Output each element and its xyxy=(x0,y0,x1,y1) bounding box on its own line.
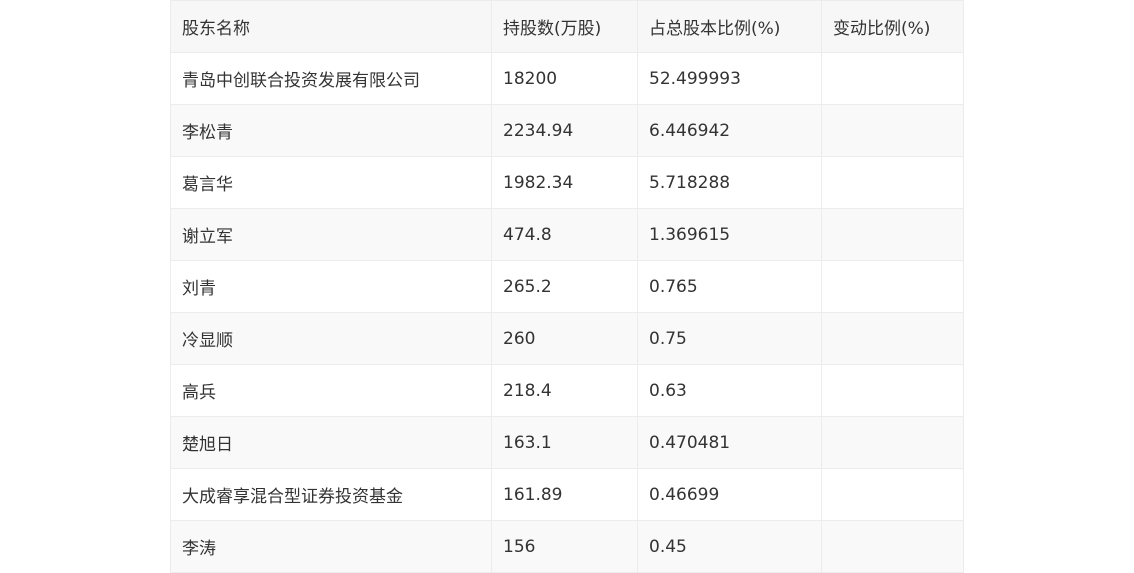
table-row: 葛言华 1982.34 5.718288 xyxy=(170,156,964,209)
cell-share-ratio: 6.446942 xyxy=(637,104,822,157)
cell-share-ratio: 0.45 xyxy=(637,520,822,573)
cell-change-ratio xyxy=(821,520,964,573)
cell-share-ratio: 52.499993 xyxy=(637,52,822,105)
cell-change-ratio xyxy=(821,156,964,209)
cell-share-ratio: 0.470481 xyxy=(637,416,822,469)
cell-shareholder-name: 葛言华 xyxy=(170,156,492,209)
table-row: 大成睿享混合型证券投资基金 161.89 0.46699 xyxy=(170,468,964,521)
cell-shares-held: 2234.94 xyxy=(491,104,638,157)
table-row: 楚旭日 163.1 0.470481 xyxy=(170,416,964,469)
cell-share-ratio: 0.63 xyxy=(637,364,822,417)
table-row: 冷显顺 260 0.75 xyxy=(170,312,964,365)
table-row: 李松青 2234.94 6.446942 xyxy=(170,104,964,157)
header-shares-held: 持股数(万股) xyxy=(491,0,638,53)
cell-share-ratio: 0.46699 xyxy=(637,468,822,521)
table-row: 刘青 265.2 0.765 xyxy=(170,260,964,313)
cell-shares-held: 265.2 xyxy=(491,260,638,313)
table-row: 谢立军 474.8 1.369615 xyxy=(170,208,964,261)
header-shareholder-name: 股东名称 xyxy=(170,0,492,53)
cell-shares-held: 163.1 xyxy=(491,416,638,469)
cell-shares-held: 156 xyxy=(491,520,638,573)
cell-shareholder-name: 楚旭日 xyxy=(170,416,492,469)
cell-shares-held: 260 xyxy=(491,312,638,365)
header-share-ratio: 占总股本比例(%) xyxy=(637,0,822,53)
cell-shareholder-name: 李松青 xyxy=(170,104,492,157)
cell-shareholder-name: 刘青 xyxy=(170,260,492,313)
cell-change-ratio xyxy=(821,312,964,365)
cell-shareholder-name: 青岛中创联合投资发展有限公司 xyxy=(170,52,492,105)
cell-shareholder-name: 冷显顺 xyxy=(170,312,492,365)
cell-change-ratio xyxy=(821,52,964,105)
cell-shares-held: 18200 xyxy=(491,52,638,105)
cell-shares-held: 161.89 xyxy=(491,468,638,521)
cell-change-ratio xyxy=(821,260,964,313)
cell-change-ratio xyxy=(821,104,964,157)
table-row: 李涛 156 0.45 xyxy=(170,520,964,573)
table-row: 高兵 218.4 0.63 xyxy=(170,364,964,417)
cell-share-ratio: 0.765 xyxy=(637,260,822,313)
cell-shares-held: 474.8 xyxy=(491,208,638,261)
table-row: 青岛中创联合投资发展有限公司 18200 52.499993 xyxy=(170,52,964,105)
header-change-ratio: 变动比例(%) xyxy=(821,0,964,53)
cell-shares-held: 218.4 xyxy=(491,364,638,417)
shareholder-table-container: 股东名称 持股数(万股) 占总股本比例(%) 变动比例(%) 青岛中创联合投资发… xyxy=(170,0,964,573)
cell-share-ratio: 0.75 xyxy=(637,312,822,365)
cell-share-ratio: 5.718288 xyxy=(637,156,822,209)
shareholder-table: 股东名称 持股数(万股) 占总股本比例(%) 变动比例(%) 青岛中创联合投资发… xyxy=(170,0,964,573)
cell-change-ratio xyxy=(821,416,964,469)
cell-shareholder-name: 谢立军 xyxy=(170,208,492,261)
cell-shareholder-name: 大成睿享混合型证券投资基金 xyxy=(170,468,492,521)
cell-shareholder-name: 李涛 xyxy=(170,520,492,573)
cell-share-ratio: 1.369615 xyxy=(637,208,822,261)
cell-change-ratio xyxy=(821,208,964,261)
cell-shares-held: 1982.34 xyxy=(491,156,638,209)
table-header-row: 股东名称 持股数(万股) 占总股本比例(%) 变动比例(%) xyxy=(170,0,964,53)
cell-change-ratio xyxy=(821,364,964,417)
cell-change-ratio xyxy=(821,468,964,521)
cell-shareholder-name: 高兵 xyxy=(170,364,492,417)
